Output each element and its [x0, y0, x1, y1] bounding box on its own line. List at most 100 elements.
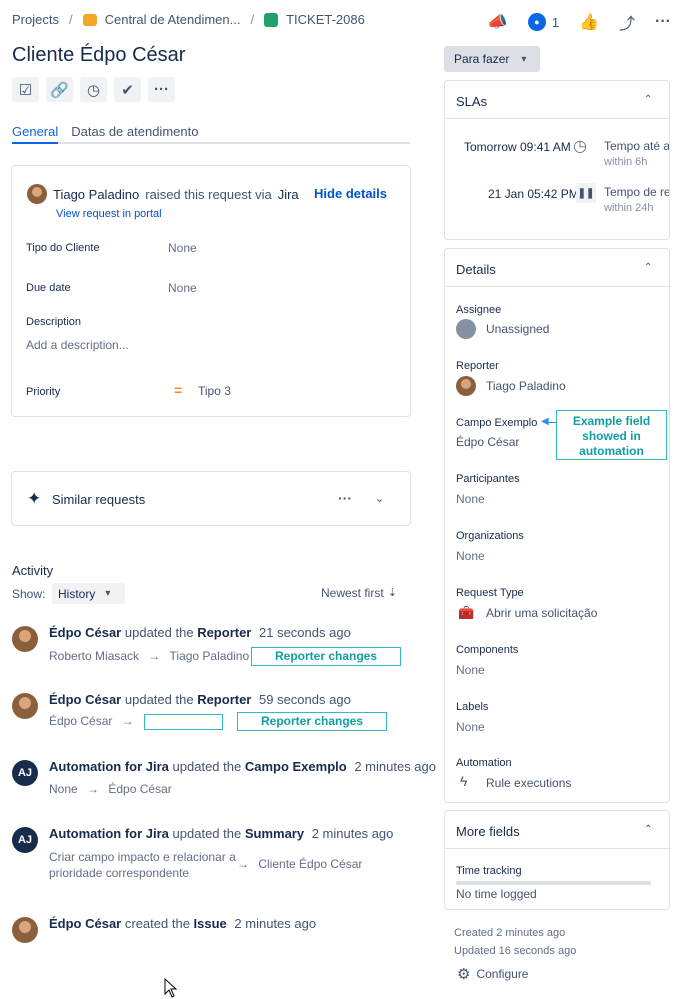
labels-value[interactable]: None	[456, 720, 485, 734]
chevron-down-icon[interactable]: ⌄	[375, 492, 384, 505]
avatar	[12, 693, 38, 719]
request-header: Tiago Paladino raised this request via J…	[27, 184, 299, 204]
breadcrumb-projects[interactable]: Projects	[12, 12, 59, 27]
more-icon[interactable]: ···	[655, 13, 671, 31]
watch-count: 1	[551, 14, 560, 30]
child-issues-icon[interactable]: ☑	[12, 77, 39, 102]
field-value[interactable]: None	[168, 281, 197, 295]
request-type-label: Request Type	[456, 587, 524, 599]
request-type-icon: 🧰	[458, 605, 475, 620]
assignee-value[interactable]: Unassigned	[486, 322, 549, 336]
issue-toolbar: ☑ 🔗 ◷ ✔ ···	[12, 77, 175, 102]
request-type-value[interactable]: Abrir uma solicitação	[486, 606, 597, 620]
pause-icon: ❚❚	[576, 183, 596, 203]
arrow-right-icon: →	[148, 649, 161, 663]
activity-actor[interactable]: Automation for Jira	[49, 759, 169, 774]
activity-change: → Cliente Édpo César	[237, 857, 362, 871]
organizations-value[interactable]: None	[456, 549, 485, 563]
change-from: Édpo César	[49, 714, 113, 728]
more-icon[interactable]: ···	[338, 490, 352, 506]
time-tracking-label: Time tracking	[456, 865, 522, 877]
activity-actor[interactable]: Édpo César	[49, 916, 121, 931]
tab-datas-atendimento[interactable]: Datas de atendimento	[71, 124, 198, 142]
sort-button[interactable]: Newest first ⇣	[321, 586, 397, 600]
breadcrumb-ticket[interactable]: TICKET-2086	[286, 12, 365, 27]
field-label: Tipo do Cliente	[26, 242, 100, 254]
time-tracking-value[interactable]: No time logged	[456, 887, 537, 901]
reporter-name[interactable]: Tiago Paladino	[53, 187, 139, 202]
activity-header: Automation for Jira updated the Summary …	[49, 826, 393, 841]
reporter-value[interactable]: Tiago Paladino	[486, 379, 566, 393]
arrow-right-icon: →	[87, 782, 100, 796]
activity-field: Summary	[244, 826, 305, 841]
activity-actor[interactable]: Édpo César	[49, 625, 121, 640]
description-field[interactable]: Add a description...	[26, 338, 129, 352]
annotation-callout: Example field showed in automation	[556, 410, 667, 460]
activity-actor[interactable]: Automation for Jira	[49, 826, 169, 841]
participantes-value[interactable]: None	[456, 492, 485, 506]
activity-field: Reporter	[197, 625, 252, 640]
change-from: Roberto Miasack	[49, 649, 140, 663]
avatar	[12, 917, 38, 943]
clock-icon[interactable]: ◷	[80, 77, 107, 102]
breadcrumb: Projects / Central de Atendimen... / TIC…	[12, 12, 365, 27]
slas-title: SLAs	[456, 94, 488, 109]
chevron-up-icon: ⌃	[644, 94, 653, 105]
change-from: None	[49, 782, 78, 796]
activity-verb: updated the	[172, 759, 242, 774]
details-header[interactable]: Details ⌃	[445, 249, 671, 287]
more-actions-icon[interactable]: ···	[148, 77, 175, 102]
breadcrumb-project[interactable]: Central de Atendimen...	[105, 12, 241, 27]
activity-header: Édpo César updated the Reporter 21 secon…	[49, 625, 351, 640]
arrow-right-icon: →	[237, 857, 249, 871]
avatar	[456, 376, 476, 396]
status-dropdown[interactable]: Para fazer ▾	[444, 46, 540, 72]
tab-general[interactable]: General	[12, 124, 59, 144]
share-icon[interactable]: ⤴	[619, 10, 635, 34]
avatar	[12, 626, 38, 652]
megaphone-icon[interactable]: 📣	[488, 12, 508, 32]
field-value[interactable]: None	[168, 241, 197, 255]
organizations-label: Organizations	[456, 530, 524, 542]
priority-value[interactable]: Tipo 3	[198, 384, 231, 398]
view-portal-link[interactable]: View request in portal	[56, 208, 162, 220]
automation-value[interactable]: Rule executions	[486, 776, 571, 790]
activity-field: Reporter	[197, 692, 252, 707]
details-panel: Details ⌃ Assignee Unassigned Reporter T…	[444, 248, 671, 803]
campo-exemplo-value[interactable]: Édpo César	[456, 435, 519, 449]
created-timestamp: Created 2 minutes ago	[454, 927, 566, 939]
configure-button[interactable]: ⚙ Configure	[457, 965, 528, 983]
sla-name: Tempo até a pri	[604, 139, 670, 153]
activity-verb: updated the	[124, 625, 194, 640]
annotation-line	[548, 422, 556, 423]
lightning-icon: ϟ	[460, 773, 468, 789]
sla-name: Tempo de resolu	[604, 185, 669, 199]
activity-actor[interactable]: Édpo César	[49, 692, 121, 707]
arrow-right-icon: →	[121, 714, 134, 728]
updated-timestamp: Updated 16 seconds ago	[454, 945, 577, 957]
page-title[interactable]: Cliente Édpo César	[12, 44, 185, 67]
user-icon	[456, 319, 476, 339]
activity-verb: updated the	[172, 826, 242, 841]
components-value[interactable]: None	[456, 663, 485, 677]
chevron-down-icon: ▾	[521, 53, 527, 65]
activity-time: 2 minutes ago	[234, 916, 317, 931]
link-icon[interactable]: 🔗	[46, 77, 73, 102]
activity-item: Édpo César updated the Reporter 21 secon…	[12, 624, 351, 663]
thumbs-up-icon[interactable]: 👍	[579, 12, 599, 32]
slas-panel: SLAs ⌃ Tomorrow 09:41 AM ◷ Tempo até a p…	[444, 80, 670, 240]
activity-verb: created the	[124, 916, 190, 931]
sla-sub: within 6h	[604, 156, 648, 168]
hide-details-link[interactable]: Hide details	[314, 186, 387, 201]
watch-button[interactable]: ● 1	[527, 13, 560, 31]
description-label: Description	[26, 316, 82, 328]
slas-header[interactable]: SLAs ⌃	[445, 81, 669, 119]
history-dropdown[interactable]: History ▾	[52, 583, 125, 604]
similar-requests-card[interactable]: ✦ Similar requests ··· ⌄	[11, 471, 411, 526]
checkbox-icon[interactable]: ✔	[114, 77, 141, 102]
more-fields-header[interactable]: More fields ⌃	[445, 811, 671, 849]
chevron-down-icon: ▾	[105, 588, 111, 599]
priority-medium-icon: =	[174, 382, 183, 398]
change-to: Tiago Paladino	[169, 649, 250, 663]
assignee-label: Assignee	[456, 304, 502, 316]
